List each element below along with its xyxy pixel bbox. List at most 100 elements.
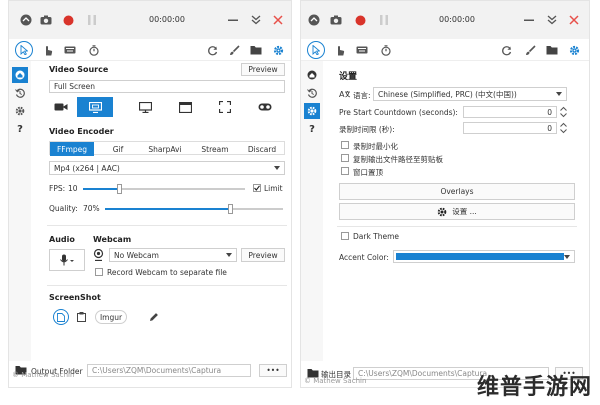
collapse-chevron-icon[interactable] bbox=[545, 13, 559, 27]
camera-icon[interactable] bbox=[329, 13, 343, 27]
home-nav-icon[interactable] bbox=[12, 67, 28, 83]
record-button[interactable] bbox=[353, 13, 367, 27]
region-source-icon[interactable] bbox=[213, 97, 237, 117]
quality-slider[interactable] bbox=[105, 204, 283, 214]
cursor-toggle-icon[interactable] bbox=[307, 41, 325, 59]
encoder-tab-bar: FFmpeg Gif SharpAvi Stream Discard bbox=[49, 141, 285, 156]
tab-discard[interactable]: Discard bbox=[240, 142, 284, 156]
copy-path-checkbox[interactable] bbox=[341, 154, 349, 162]
source-preview-button[interactable]: Preview bbox=[241, 63, 285, 76]
webcam-preview-button[interactable]: Preview bbox=[241, 248, 285, 262]
webcam-select[interactable]: No Webcam bbox=[109, 248, 237, 262]
close-icon[interactable] bbox=[567, 13, 581, 27]
divider bbox=[47, 225, 287, 226]
webcam-value: No Webcam bbox=[114, 250, 159, 260]
svg-text:A: A bbox=[339, 90, 345, 99]
keystroke-icon[interactable] bbox=[355, 43, 369, 57]
fps-slider-fill bbox=[83, 188, 119, 190]
dark-theme-checkbox[interactable] bbox=[341, 232, 349, 240]
duration-limit-input[interactable]: 0 bbox=[463, 122, 557, 134]
separate-webcam-checkbox[interactable] bbox=[95, 268, 103, 276]
minimize-icon[interactable] bbox=[227, 13, 239, 27]
capture-icon[interactable] bbox=[19, 13, 33, 27]
record-button[interactable] bbox=[61, 13, 75, 27]
brush-icon[interactable] bbox=[523, 43, 537, 57]
refresh-icon[interactable] bbox=[499, 43, 513, 57]
overlays-button[interactable]: Overlays bbox=[339, 183, 575, 200]
settings-nav-icon[interactable] bbox=[12, 103, 28, 119]
settings-gear-icon[interactable] bbox=[271, 43, 285, 57]
codec-value: Mp4 (x264 | AAC) bbox=[54, 163, 120, 173]
divider bbox=[337, 226, 577, 227]
timer-icon[interactable] bbox=[379, 43, 393, 57]
tab-ffmpeg[interactable]: FFmpeg bbox=[50, 142, 94, 156]
capture-toolbar bbox=[9, 39, 291, 61]
language-select[interactable]: Chinese (Simplified, PRC) (中文(中国)) bbox=[373, 87, 567, 101]
brush-icon[interactable] bbox=[227, 43, 241, 57]
tab-gif[interactable]: Gif bbox=[98, 142, 138, 156]
webcam-source-icon[interactable] bbox=[49, 97, 73, 117]
minimize-on-record-checkbox[interactable] bbox=[341, 141, 349, 149]
cursor-toggle-icon[interactable] bbox=[15, 41, 33, 59]
imgur-button[interactable]: Imgur bbox=[95, 310, 127, 324]
pre-start-countdown-label: Pre Start Countdown (seconds): bbox=[339, 108, 458, 117]
history-nav-icon[interactable] bbox=[12, 85, 28, 101]
keystroke-icon[interactable] bbox=[63, 43, 77, 57]
title-bar: 00:00:00 bbox=[301, 1, 589, 39]
fps-label: FPS: bbox=[49, 184, 66, 193]
folder-icon[interactable] bbox=[249, 43, 263, 57]
output-path-field[interactable]: C:\Users\ZQM\Documents\Captura bbox=[87, 364, 251, 377]
close-icon[interactable] bbox=[271, 13, 285, 27]
watermark-text: 维普手游网 bbox=[476, 375, 592, 400]
quality-slider-thumb[interactable] bbox=[227, 204, 233, 214]
home-nav-icon[interactable] bbox=[304, 67, 320, 83]
navigation-sidebar: ? bbox=[301, 61, 323, 361]
elapsed-time: 00:00:00 bbox=[149, 15, 185, 24]
window-source-icon[interactable] bbox=[173, 97, 197, 117]
limit-checkbox[interactable] bbox=[253, 184, 261, 192]
pause-icon[interactable] bbox=[85, 13, 99, 27]
tab-stream[interactable]: Stream bbox=[192, 142, 238, 156]
help-nav-icon[interactable]: ? bbox=[12, 121, 28, 137]
minimize-on-record-label: 录制时最小化 bbox=[353, 142, 398, 151]
duration-spinner-icon[interactable] bbox=[560, 122, 568, 134]
fullscreen-source-icon[interactable] bbox=[77, 97, 113, 117]
collapse-chevron-icon[interactable] bbox=[249, 13, 263, 27]
accent-color-picker[interactable] bbox=[393, 250, 575, 263]
timer-icon[interactable] bbox=[87, 43, 101, 57]
pre-start-countdown-input[interactable]: 0 bbox=[463, 106, 557, 118]
history-nav-icon[interactable] bbox=[304, 85, 320, 101]
browse-folder-button[interactable]: ••• bbox=[259, 364, 287, 377]
chevron-down-icon bbox=[274, 166, 280, 170]
click-highlight-icon[interactable] bbox=[333, 43, 347, 57]
advanced-settings-button[interactable]: 设置 ... bbox=[339, 203, 575, 220]
folder-icon[interactable] bbox=[545, 43, 559, 57]
screen-source-icon[interactable] bbox=[133, 97, 157, 117]
language-label: 语言: bbox=[353, 91, 371, 100]
refresh-icon[interactable] bbox=[205, 43, 219, 57]
audio-source-button[interactable] bbox=[49, 249, 85, 271]
gear-icon bbox=[437, 207, 447, 216]
screenshot-heading: ScreenShot bbox=[49, 293, 101, 302]
minimize-icon[interactable] bbox=[523, 13, 535, 27]
capture-icon[interactable] bbox=[307, 13, 321, 27]
tab-sharpavi[interactable]: SharpAvi bbox=[142, 142, 188, 156]
clipboard-icon[interactable] bbox=[77, 312, 87, 323]
click-highlight-icon[interactable] bbox=[41, 43, 55, 57]
fps-slider-thumb[interactable] bbox=[116, 184, 122, 194]
camera-icon[interactable] bbox=[39, 13, 53, 27]
topmost-checkbox[interactable] bbox=[341, 167, 349, 175]
quality-label: Quality: bbox=[49, 204, 78, 213]
no-video-source-icon[interactable] bbox=[253, 97, 277, 117]
codec-select[interactable]: Mp4 (x264 | AAC) bbox=[49, 161, 285, 175]
video-source-field[interactable]: Full Screen bbox=[49, 80, 285, 93]
save-to-disk-icon[interactable] bbox=[53, 309, 69, 325]
help-nav-icon[interactable]: ? bbox=[304, 121, 320, 137]
pre-start-spinner-icon[interactable] bbox=[560, 106, 568, 118]
captura-main-window: 00:00:00 ? Video Source Preview Full Scr… bbox=[8, 0, 292, 388]
pause-icon[interactable] bbox=[377, 13, 391, 27]
settings-nav-icon[interactable] bbox=[304, 103, 320, 119]
fps-slider[interactable] bbox=[83, 184, 245, 194]
pencil-icon[interactable] bbox=[149, 312, 159, 322]
settings-gear-icon[interactable] bbox=[567, 43, 581, 57]
